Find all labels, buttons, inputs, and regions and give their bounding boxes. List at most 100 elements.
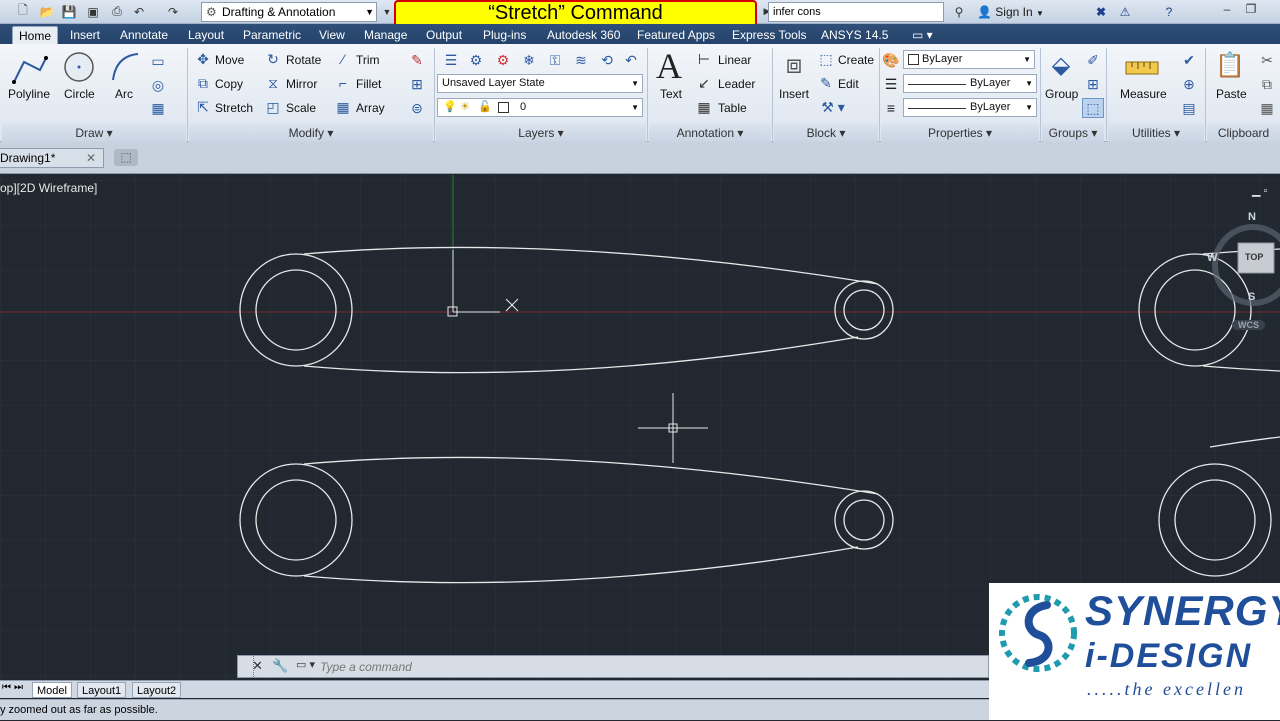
trim-button[interactable]: Trim xyxy=(356,52,380,68)
panel-title-draw[interactable]: Draw ▾ xyxy=(2,124,186,142)
save-icon[interactable]: 💾 xyxy=(60,3,78,20)
copy-clip-icon[interactable]: ⧉ xyxy=(1258,75,1276,93)
search-input[interactable]: infer cons xyxy=(768,2,944,22)
tab-autodesk-360[interactable]: Autodesk 360 xyxy=(547,26,620,44)
redo-icon[interactable]: ↷ xyxy=(164,3,182,20)
layer-properties-icon[interactable]: ☰ xyxy=(442,51,460,69)
tab-annotate[interactable]: Annotate xyxy=(120,26,168,44)
close-tab-icon[interactable]: ✕ xyxy=(86,149,96,167)
panel-title-clipboard[interactable]: Clipboard xyxy=(1207,124,1280,142)
color-dropdown[interactable]: ByLayer ▼ xyxy=(903,50,1035,69)
command-prompt-icon[interactable]: ▭ ▾ xyxy=(296,658,315,671)
copy-button[interactable]: Copy xyxy=(215,76,243,92)
tab-featured-apps[interactable]: Featured Apps xyxy=(637,26,715,44)
paste-button[interactable]: Paste xyxy=(1216,86,1247,102)
table-button[interactable]: Table xyxy=(718,100,747,116)
new-tab-icon[interactable]: ⬚ xyxy=(114,149,138,166)
stretch-button[interactable]: Stretch xyxy=(215,100,253,116)
tab-express-tools[interactable]: Express Tools xyxy=(732,26,806,44)
previous-layout-icon[interactable]: ⏮ xyxy=(2,682,11,693)
wrench-icon[interactable]: 🔧 xyxy=(272,658,288,674)
tab-view[interactable]: View xyxy=(319,26,345,44)
panel-title-modify[interactable]: Modify ▾ xyxy=(189,124,433,142)
viewport-minimize-icon[interactable]: ▁ ▫ xyxy=(1252,184,1267,197)
attribute-icon[interactable]: ⚒ ▾ xyxy=(818,99,848,115)
gradient-icon[interactable]: ▦ xyxy=(148,99,168,117)
viewcube-north[interactable]: N xyxy=(1248,211,1256,223)
wcs-menu[interactable]: WCS xyxy=(1232,320,1265,330)
tab-plug-ins[interactable]: Plug-ins xyxy=(483,26,526,44)
quick-select-icon[interactable]: ✔ xyxy=(1180,51,1198,69)
create-button[interactable]: Create xyxy=(838,52,874,68)
circle-button[interactable]: Circle xyxy=(64,86,95,102)
group-edit-icon[interactable]: ⊞ xyxy=(1084,75,1102,93)
command-input[interactable]: Type a command xyxy=(320,658,412,676)
tab-layout[interactable]: Layout xyxy=(188,26,224,44)
tab-model[interactable]: Model xyxy=(32,682,72,698)
leader-button[interactable]: Leader xyxy=(718,76,755,92)
autodesk-icon[interactable]: ⚠ xyxy=(1116,3,1134,20)
sign-in-button[interactable]: 👤 Sign In ▼ xyxy=(977,3,1044,23)
binoculars-icon[interactable]: ⚲ xyxy=(950,3,968,20)
tab-parametric[interactable]: Parametric xyxy=(243,26,301,44)
match-properties-icon[interactable]: 🎨 xyxy=(882,51,900,69)
tab-output[interactable]: Output xyxy=(426,26,462,44)
help-icon[interactable]: ? xyxy=(1160,3,1178,20)
workspace-selector[interactable]: ⚙ Drafting & Annotation ▼ xyxy=(201,2,377,22)
select-all-icon[interactable]: ⊕ xyxy=(1180,75,1198,93)
print-icon[interactable]: ⎙ xyxy=(108,3,126,20)
mirror-button[interactable]: Mirror xyxy=(286,76,317,92)
next-layout-icon[interactable]: ⏭ xyxy=(14,682,23,693)
layer-freeze-icon[interactable]: ❄ xyxy=(520,51,538,69)
tab-layout2[interactable]: Layout2 xyxy=(132,682,182,698)
panel-title-block[interactable]: Block ▾ xyxy=(774,124,878,142)
viewcube-west[interactable]: W xyxy=(1207,252,1217,264)
panel-title-utilities[interactable]: Utilities ▾ xyxy=(1108,124,1204,142)
tab-layout1[interactable]: Layout1 xyxy=(77,682,127,698)
panel-title-properties[interactable]: Properties ▾ xyxy=(881,124,1039,142)
fillet-button[interactable]: Fillet xyxy=(356,76,381,92)
measure-button[interactable]: Measure xyxy=(1120,86,1167,102)
linear-button[interactable]: Linear xyxy=(718,52,751,68)
calculator-icon[interactable]: ▤ xyxy=(1180,99,1198,117)
file-tab-drawing1[interactable]: Drawing1* ✕ xyxy=(0,148,104,168)
layer-on-icon[interactable]: ⚙ xyxy=(467,51,485,69)
linetype-dropdown[interactable]: ByLayer ▼ xyxy=(903,74,1037,93)
rectangle-icon[interactable]: ▭ xyxy=(148,52,168,70)
move-button[interactable]: Move xyxy=(215,52,244,68)
viewport-controls-label[interactable]: op][2D Wireframe] xyxy=(0,181,97,195)
erase-icon[interactable]: ✎ xyxy=(408,52,426,68)
tab-insert[interactable]: Insert xyxy=(70,26,100,44)
minimize-icon[interactable]: – xyxy=(1214,0,1240,18)
group-selection-icon[interactable]: ⬚ xyxy=(1082,98,1104,118)
viewcube-south[interactable]: S xyxy=(1248,291,1255,303)
exchange-icon[interactable]: ✖ xyxy=(1092,3,1110,20)
layer-match-icon[interactable]: ≋ xyxy=(572,51,590,69)
viewcube-top[interactable]: TOP xyxy=(1245,252,1263,262)
cut-icon[interactable]: ✂ xyxy=(1258,51,1276,69)
ungroup-icon[interactable]: ✐ xyxy=(1084,51,1102,69)
layer-state-dropdown[interactable]: Unsaved Layer State ▼ xyxy=(437,74,643,93)
rotate-button[interactable]: Rotate xyxy=(286,52,321,68)
current-layer-dropdown[interactable]: 💡 ☀ 🔓 0 ▼ xyxy=(437,98,643,117)
array-button[interactable]: Array xyxy=(356,100,385,116)
layer-previous-icon[interactable]: ↶ xyxy=(622,51,640,69)
match-icon[interactable]: ▦ xyxy=(1258,99,1276,117)
panel-title-layers[interactable]: Layers ▾ xyxy=(436,124,646,142)
save-as-icon[interactable]: ▣ xyxy=(84,3,102,20)
layer-lock-icon[interactable]: ⚿ xyxy=(546,51,564,69)
undo-icon[interactable]: ↶ xyxy=(130,3,148,20)
edit-button[interactable]: Edit xyxy=(838,76,859,92)
restore-icon[interactable]: ❐ xyxy=(1238,0,1264,18)
offset-icon[interactable]: ⊜ xyxy=(408,100,426,116)
lineweight-dropdown[interactable]: ByLayer ▼ xyxy=(903,98,1037,117)
arc-button[interactable]: Arc xyxy=(115,86,133,102)
panel-title-annotation[interactable]: Annotation ▾ xyxy=(649,124,771,142)
scale-button[interactable]: Scale xyxy=(286,100,316,116)
new-file-icon[interactable]: 🗋 xyxy=(14,3,32,20)
explode-icon[interactable]: ⊞ xyxy=(408,76,426,92)
ribbon-minimize-icon[interactable]: ▭ ▾ xyxy=(912,26,933,44)
group-button[interactable]: Group xyxy=(1045,86,1078,102)
layer-walk-icon[interactable]: ⟲ xyxy=(598,51,616,69)
tab-ansys[interactable]: ANSYS 14.5 xyxy=(821,26,888,44)
